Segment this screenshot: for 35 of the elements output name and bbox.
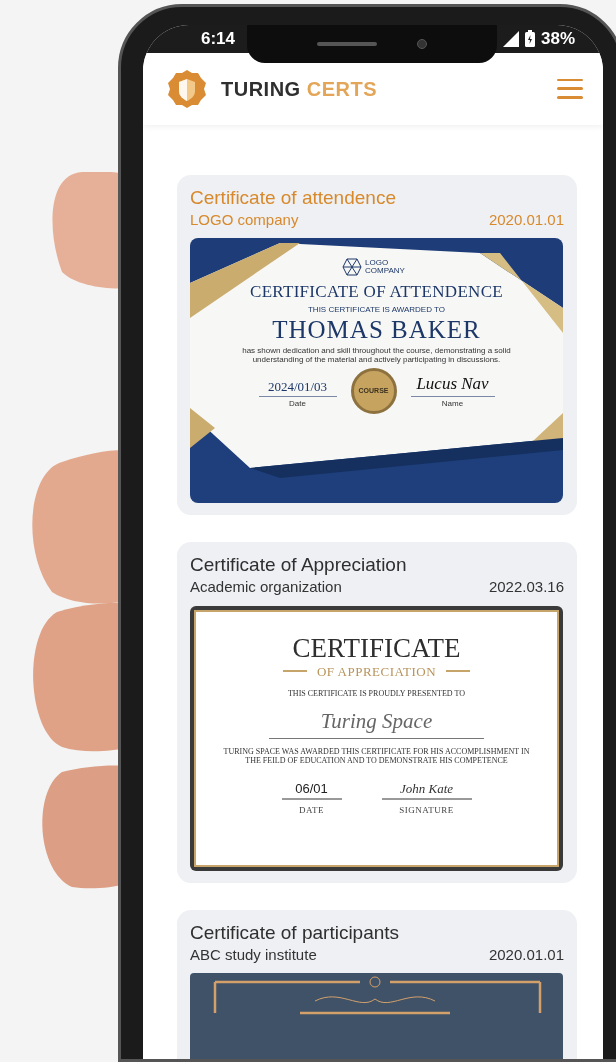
issuer-name: ABC study institute bbox=[190, 944, 317, 965]
date-label: DATE bbox=[299, 804, 324, 817]
certificate-description: TURING SPACE WAS AWARDED THIS CERTIFICATE FOR HIS ACCOMPLISHMENT IN THE FEILD OF EDUCATION AND TO DEMONSTRATE HIS COMPETENCE bbox=[222, 746, 531, 765]
certificate-description: has shown dedication and skill throughout the course, demonstrating a solid understanding of the material and actively participating in discussions. bbox=[241, 346, 512, 364]
signature-label: Name bbox=[441, 398, 464, 410]
certificate-intro: THIS CERTIFICATE IS AWARDED TO bbox=[307, 305, 446, 315]
issue-date: 2022.03.16 bbox=[488, 577, 564, 597]
card-title: Certificate of participants bbox=[190, 921, 401, 944]
logo-caption: LOGO COMPANY bbox=[365, 259, 406, 275]
clock-time: 6:14 bbox=[201, 28, 236, 50]
shield-badge-logo-icon bbox=[167, 68, 207, 109]
app-title: TURING CERTS bbox=[221, 76, 378, 102]
issuer-name: LOGO company bbox=[190, 209, 299, 230]
certificate-intro: THIS CERTIFICATE IS PROUDLY PRESENTED TO bbox=[288, 688, 465, 700]
battery-icon bbox=[524, 30, 535, 48]
card-title: Certificate of attendence bbox=[190, 186, 397, 209]
menu-icon[interactable] bbox=[557, 77, 583, 100]
signature-label: SIGNATURE bbox=[399, 804, 454, 817]
card-title: Certificate of Appreciation bbox=[190, 554, 408, 576]
battery-percent: 38% bbox=[540, 28, 575, 50]
recipient-name: Turing Space bbox=[269, 706, 484, 739]
issuer-name: Academic organization bbox=[190, 577, 342, 597]
signal-icon bbox=[502, 30, 519, 47]
recipient-name: THOMAS BAKER bbox=[272, 316, 481, 344]
issue-date: 2020.01.01 bbox=[488, 944, 564, 965]
signature: Lucus Nav bbox=[410, 370, 495, 397]
date-label: Date bbox=[289, 398, 306, 410]
certificate-heading: CERTIFICATE OF ATTENDENCE bbox=[250, 282, 503, 302]
date-value: 2024/01/03 bbox=[258, 376, 337, 397]
certificate-subheading: OF APPRECIATION bbox=[316, 662, 437, 681]
certificate-heading: CERTIFICATE bbox=[292, 633, 461, 662]
date-value: 06/01 bbox=[281, 778, 342, 800]
hexagon-logo-icon bbox=[342, 258, 362, 276]
signature: John Kate bbox=[381, 778, 472, 800]
issue-date: 2020.01.01 bbox=[488, 209, 564, 230]
